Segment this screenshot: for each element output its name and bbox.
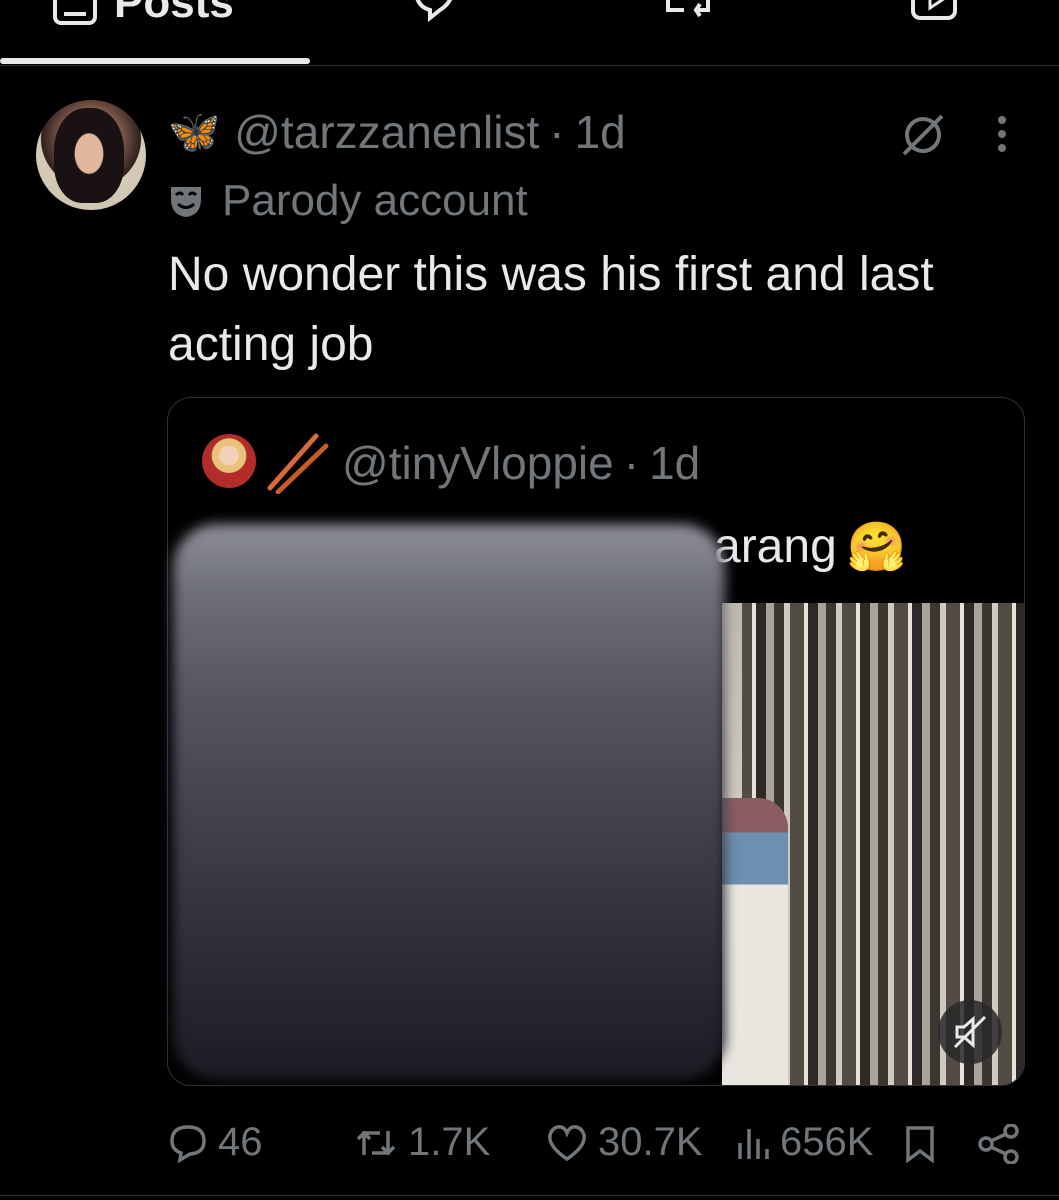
share-icon <box>978 1124 1019 1164</box>
quoted-text: arang 🤗 <box>714 518 907 575</box>
bookmark-button[interactable] <box>904 1124 946 1164</box>
tab-posts[interactable]: Posts <box>52 0 234 28</box>
separator-dot: · <box>549 106 565 158</box>
share-button[interactable] <box>978 1124 1030 1164</box>
parody-label-text: Parody account <box>222 176 528 225</box>
views-bar-chart-icon <box>738 1128 769 1159</box>
tab-replies[interactable] <box>410 0 456 27</box>
tab-posts-label: Posts <box>114 0 234 27</box>
grok-icon[interactable] <box>898 110 948 165</box>
like-count: 30.7K <box>598 1120 703 1164</box>
reply-button[interactable]: 46 <box>168 1120 263 1165</box>
muted-speaker-icon <box>953 1015 987 1049</box>
hugging-face-emoji: 🤗 <box>846 521 907 574</box>
quoted-author-avatar <box>202 434 256 488</box>
quoted-text-visible: arang <box>714 520 837 573</box>
parody-mask-icon <box>171 187 201 217</box>
more-options-icon[interactable] <box>990 114 1014 163</box>
author-avatar[interactable] <box>36 100 146 210</box>
repost-count: 1.7K <box>408 1120 491 1164</box>
censor-blur-overlay <box>173 524 725 1080</box>
views-indicator[interactable]: 656K <box>736 1120 873 1165</box>
reply-icon <box>170 1124 206 1163</box>
quoted-handle: @tinyVloppie <box>342 437 614 489</box>
video-person-figure <box>722 798 788 1085</box>
reply-count: 46 <box>218 1120 263 1164</box>
bookmark-icon <box>906 1126 934 1164</box>
tab-highlights[interactable] <box>664 0 712 27</box>
posts-tab-icon <box>53 0 97 25</box>
repost-icon <box>356 1130 396 1155</box>
quoted-separator-dot: · <box>623 437 640 489</box>
quoted-timestamp: 1d <box>649 437 701 489</box>
highlights-tab-icon <box>666 0 710 18</box>
profile-tab-strip: Posts <box>0 0 1059 66</box>
mute-toggle-button[interactable] <box>938 1000 1002 1064</box>
tab-media[interactable] <box>910 0 958 25</box>
like-button[interactable]: 30.7K <box>546 1120 703 1165</box>
post-timestamp[interactable]: 1d <box>575 105 626 159</box>
post-header: 🦋 @tarzzanenlist · 1d <box>168 104 626 160</box>
chopsticks-emoji <box>267 433 329 494</box>
views-count: 656K <box>780 1120 874 1164</box>
post-body-text: No wonder this was his first and last ac… <box>168 248 934 371</box>
butterfly-emoji: 🦋 <box>168 107 221 155</box>
active-tab-indicator <box>0 58 310 64</box>
repost-button[interactable]: 1.7K <box>354 1120 490 1165</box>
author-handle[interactable]: @tarzzanenlist <box>234 105 539 159</box>
parody-label: Parody account <box>168 176 528 226</box>
post-action-bar: 46 1.7K 30.7K 656K <box>0 1112 1059 1176</box>
reply-tab-icon <box>415 0 452 23</box>
quoted-post-header: @tinyVloppie · 1d <box>342 434 700 492</box>
media-tab-icon <box>911 0 957 20</box>
heart-icon <box>548 1124 586 1161</box>
post-divider <box>0 1195 1059 1196</box>
